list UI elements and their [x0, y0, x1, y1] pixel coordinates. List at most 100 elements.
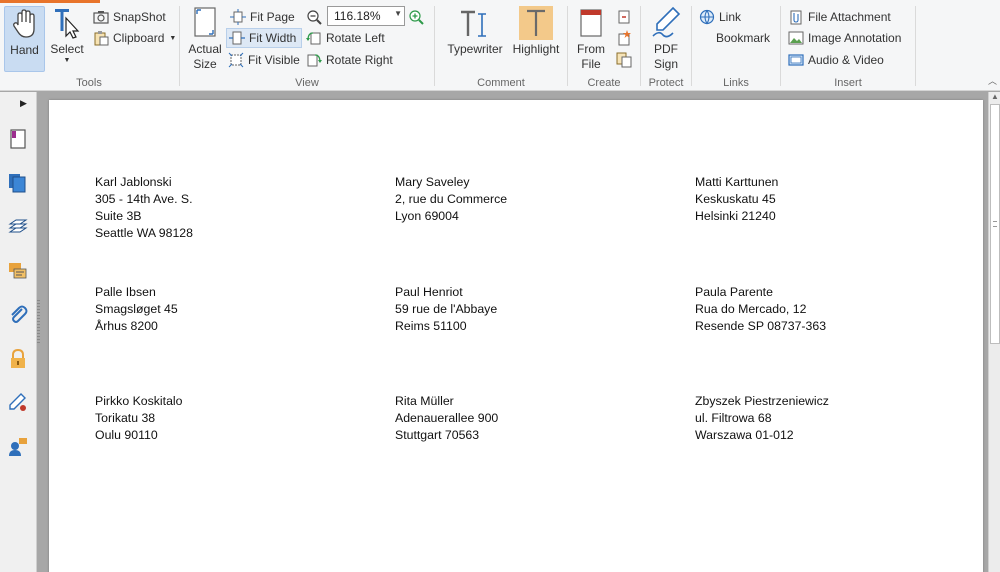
address-line: Adenauerallee 900	[395, 411, 499, 425]
links-group: Link Bookmark Links	[692, 4, 780, 90]
fit-width-label: Fit Width	[249, 31, 297, 45]
zoom-level-input[interactable]: 116.18% ▼	[327, 6, 405, 26]
snapshot-label: SnapShot	[113, 10, 166, 24]
pages-copy-icon	[616, 52, 632, 68]
view-group-label: View	[295, 77, 319, 89]
ribbon-collapse-icon[interactable]: ︿	[988, 74, 997, 87]
create-blank-button[interactable]	[616, 28, 636, 48]
address-line: Helsinki 21240	[695, 209, 776, 223]
select-button[interactable]: Select ▼	[48, 6, 86, 65]
from-file-button[interactable]: From File	[574, 6, 608, 72]
address-line: Warszawa 01-012	[695, 428, 794, 442]
audio-video-label: Audio & Video	[808, 53, 884, 67]
protect-group-label: Protect	[648, 77, 684, 89]
hand-label: Hand	[10, 43, 39, 57]
clipboard-button[interactable]: Clipboard ▼	[93, 28, 176, 48]
highlight-button[interactable]: Highlight	[510, 6, 562, 57]
rotate-right-label: Rotate Right	[326, 53, 393, 67]
camera-icon	[93, 9, 109, 25]
address-line: Rua do Mercado, 12	[695, 302, 807, 316]
insert-group-label: Insert	[834, 77, 862, 89]
address-line: 59 rue de l'Abbaye	[395, 302, 498, 316]
rotate-left-label: Rotate Left	[326, 31, 385, 45]
image-annotation-button[interactable]: Image Annotation	[788, 28, 901, 48]
vertical-scrollbar[interactable]: ▲	[988, 92, 1000, 572]
address-label: Mary Saveley 2, rue du Commerce Lyon 690…	[395, 174, 507, 225]
hand-button[interactable]: Hand	[4, 6, 45, 72]
address-line: Smagsløget 45	[95, 302, 178, 316]
actual-size-label-1: Actual	[188, 42, 222, 56]
pages-panel-icon[interactable]	[8, 173, 28, 193]
signatures-panel-icon[interactable]	[8, 393, 28, 413]
pdf-sign-label-2: Sign	[653, 57, 679, 71]
fit-page-icon	[230, 9, 246, 25]
rotate-right-button[interactable]: Rotate Right	[306, 50, 393, 70]
zoom-out-icon	[306, 9, 322, 25]
attachments-panel-icon[interactable]	[8, 305, 28, 325]
video-icon	[788, 52, 804, 68]
zoom-out-button[interactable]	[306, 7, 326, 27]
actual-size-button[interactable]: Actual Size	[186, 6, 224, 72]
rotate-left-button[interactable]: Rotate Left	[306, 28, 385, 48]
from-file-label-1: From	[577, 42, 605, 56]
thumb-grip-icon	[993, 221, 997, 227]
user-panel-icon[interactable]	[8, 437, 28, 457]
security-panel-icon[interactable]	[8, 348, 28, 369]
file-attachment-button[interactable]: File Attachment	[788, 7, 891, 27]
select-label: Select	[50, 42, 84, 56]
bookmark-button[interactable]: Bookmark	[716, 28, 770, 48]
typewriter-button[interactable]: Typewriter	[444, 6, 506, 57]
file-attachment-label: File Attachment	[808, 10, 891, 24]
blank-page-star-icon	[616, 30, 632, 46]
link-button[interactable]: Link	[699, 7, 741, 27]
create-from-clipboard-button[interactable]	[616, 7, 636, 27]
pdf-sign-button[interactable]: PDF Sign	[649, 6, 683, 72]
snapshot-button[interactable]: SnapShot	[93, 7, 166, 27]
expand-panel-icon[interactable]: ▶	[20, 98, 27, 109]
globe-link-icon	[699, 9, 715, 25]
navigation-panel: ▶	[0, 92, 37, 572]
address-line: Århus 8200	[95, 319, 158, 333]
highlight-label: Highlight	[512, 42, 560, 56]
bookmark-label: Bookmark	[716, 31, 771, 45]
rotate-right-icon	[306, 52, 322, 68]
address-label: Karl Jablonski 305 - 14th Ave. S. Suite …	[95, 174, 193, 242]
fit-page-label: Fit Page	[250, 10, 295, 24]
new-page-icon	[574, 6, 608, 40]
scrollbar-thumb[interactable]	[990, 104, 1000, 344]
bookmarks-panel-icon[interactable]	[8, 129, 28, 149]
document-view: Karl Jablonski 305 - 14th Ave. S. Suite …	[40, 92, 988, 572]
layers-panel-icon[interactable]	[8, 217, 28, 237]
scroll-up-icon[interactable]: ▲	[991, 92, 999, 101]
address-name: Mary Saveley	[395, 175, 470, 189]
address-line: Stuttgart 70563	[395, 428, 480, 442]
address-name: Paul Henriot	[395, 285, 463, 299]
create-from-scanner-button[interactable]	[616, 50, 636, 70]
address-name: Zbyszek Piestrzeniewicz	[695, 394, 829, 408]
ribbon-toolbar: Hand Select ▼ SnapShot Clipboard ▼ Tools…	[0, 0, 1000, 91]
page-icon	[188, 6, 222, 40]
address-name: Karl Jablonski	[95, 175, 172, 189]
clipboard-label: Clipboard	[113, 31, 165, 45]
address-line: Resende SP 08737-363	[695, 319, 827, 333]
paperclip-file-icon	[788, 9, 804, 25]
fit-width-button[interactable]: Fit Width	[226, 28, 302, 48]
address-line: Suite 3B	[95, 209, 142, 223]
comments-panel-icon[interactable]	[8, 261, 28, 281]
zoom-level-value: 116.18%	[334, 9, 381, 23]
image-icon	[788, 30, 804, 46]
rotate-left-icon	[306, 30, 322, 46]
address-label: Zbyszek Piestrzeniewicz ul. Filtrowa 68 …	[695, 393, 829, 444]
audio-video-button[interactable]: Audio & Video	[788, 50, 884, 70]
fit-visible-button[interactable]: Fit Visible	[228, 50, 300, 70]
clipboard-dropdown-icon[interactable]: ▼	[169, 35, 176, 42]
protect-group: PDF Sign Protect	[641, 4, 691, 90]
fit-page-button[interactable]: Fit Page	[228, 7, 318, 27]
zoom-in-button[interactable]	[408, 7, 428, 27]
fit-width-icon	[229, 30, 245, 46]
separator	[915, 6, 916, 86]
clipboard-icon	[93, 30, 109, 46]
image-annotation-label: Image Annotation	[808, 31, 902, 45]
select-dropdown-icon[interactable]: ▼	[48, 57, 86, 65]
zoom-dropdown-icon[interactable]: ▼	[394, 9, 402, 18]
